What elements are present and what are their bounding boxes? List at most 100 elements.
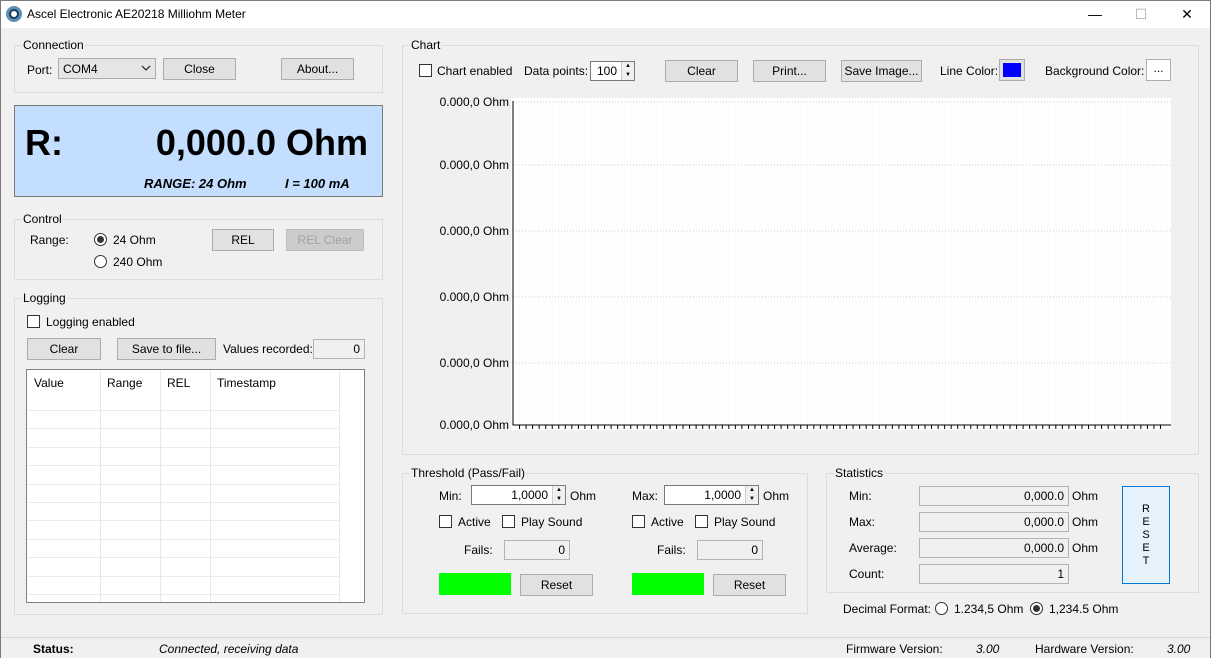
chart-group-title: Chart xyxy=(410,38,442,52)
spin-up-icon[interactable]: ▲ xyxy=(746,486,758,495)
table-row-divider xyxy=(27,557,340,559)
spin-down-icon[interactable]: ▼ xyxy=(622,71,634,80)
min-play-sound-checkbox[interactable] xyxy=(502,515,515,528)
logging-clear-button[interactable]: Clear xyxy=(27,338,101,360)
threshold-max-label: Max: xyxy=(632,489,659,503)
status-label: Status: xyxy=(33,642,74,656)
port-select[interactable]: COM4 xyxy=(58,58,156,79)
window-title: Ascel Electronic AE20218 Milliohm Meter xyxy=(27,7,246,21)
y-tick-label: 0.000,0 Ohm xyxy=(439,95,509,109)
line-color-swatch xyxy=(1003,63,1021,77)
column-divider xyxy=(210,370,211,602)
status-bar: Status: Connected, receiving data Firmwa… xyxy=(1,637,1210,658)
chart-clear-button[interactable]: Clear xyxy=(665,60,738,82)
close-port-button[interactable]: Close xyxy=(163,58,236,80)
statistics-reset-label: RESET xyxy=(1142,503,1150,567)
maximize-button[interactable]: ☐ xyxy=(1118,1,1164,28)
hardware-value: 3.00 xyxy=(1167,642,1191,656)
firmware-value: 3.00 xyxy=(976,642,1000,656)
stat-average-field: 0,000.0 xyxy=(919,538,1069,558)
table-row-divider xyxy=(27,446,340,448)
y-tick-label: 0.000,0 Ohm xyxy=(439,224,509,238)
close-window-button[interactable]: ✕ xyxy=(1164,1,1210,28)
threshold-min-spinner[interactable]: ▲ ▼ xyxy=(552,486,565,504)
max-reset-button[interactable]: Reset xyxy=(713,574,786,596)
values-recorded-label: Values recorded: xyxy=(223,342,313,356)
background-color-label: Background Color: xyxy=(1045,64,1145,78)
rel-button[interactable]: REL xyxy=(212,229,274,251)
spin-down-icon[interactable]: ▼ xyxy=(553,495,565,504)
threshold-max-spinner[interactable]: ▲ ▼ xyxy=(745,486,758,504)
range-label: Range: xyxy=(30,233,69,247)
min-reset-button[interactable]: Reset xyxy=(520,574,593,596)
data-points-input[interactable]: 100 ▲ ▼ xyxy=(590,61,635,81)
decimal-format-option-1-label: 1.234,5 Ohm xyxy=(954,602,1024,616)
current-readout: I = 100 mA xyxy=(285,176,350,191)
background-color-button[interactable]: ... xyxy=(1146,59,1171,81)
data-points-label: Data points: xyxy=(524,64,589,78)
threshold-max-value: 1,0000 xyxy=(704,488,741,502)
line-color-label: Line Color: xyxy=(940,64,999,78)
table-row-divider xyxy=(27,410,340,411)
chart-axes xyxy=(512,101,1171,426)
threshold-min-unit: Ohm xyxy=(570,489,597,503)
range-24-radio[interactable] xyxy=(94,233,107,246)
range-readout: RANGE: 24 Ohm xyxy=(144,176,247,191)
chart-plot-area[interactable] xyxy=(511,98,1171,430)
threshold-min-label: Min: xyxy=(439,489,462,503)
column-divider xyxy=(100,370,101,602)
min-active-checkbox[interactable] xyxy=(439,515,452,528)
decimal-format-option-1-radio[interactable] xyxy=(935,602,948,615)
min-play-sound-label: Play Sound xyxy=(521,515,583,529)
save-to-file-button[interactable]: Save to file... xyxy=(117,338,216,360)
decimal-format-option-2-radio[interactable] xyxy=(1030,602,1043,615)
threshold-min-input[interactable]: 1,0000 ▲ ▼ xyxy=(471,485,566,505)
min-active-label: Active xyxy=(458,515,491,529)
stat-min-label: Min: xyxy=(849,489,872,503)
status-text: Connected, receiving data xyxy=(159,642,299,656)
max-active-checkbox[interactable] xyxy=(632,515,645,528)
chart-enabled-checkbox[interactable] xyxy=(419,64,432,77)
range-240-radio[interactable] xyxy=(94,255,107,268)
min-status-indicator xyxy=(439,573,511,595)
table-row-divider xyxy=(27,483,340,485)
logging-group-title: Logging xyxy=(22,291,67,305)
stat-average-unit: Ohm xyxy=(1072,541,1099,555)
minimize-button[interactable]: — xyxy=(1072,1,1118,28)
column-header-range[interactable]: Range xyxy=(107,376,142,390)
log-table[interactable]: Value Range REL Timestamp xyxy=(26,369,365,603)
column-header-timestamp[interactable]: Timestamp xyxy=(217,376,276,390)
resistance-label: R: xyxy=(25,122,63,163)
chevron-down-icon xyxy=(141,65,151,71)
rel-clear-button[interactable]: REL Clear xyxy=(286,229,364,251)
spin-up-icon[interactable]: ▲ xyxy=(622,62,634,71)
column-header-value[interactable]: Value xyxy=(34,376,64,390)
range-24-label: 24 Ohm xyxy=(113,233,156,247)
column-divider xyxy=(339,370,340,602)
chart-enabled-label: Chart enabled xyxy=(437,64,513,78)
y-tick-label: 0.000,0 Ohm xyxy=(439,356,509,370)
title-bar: Ascel Electronic AE20218 Milliohm Meter … xyxy=(1,1,1210,28)
data-points-spinner[interactable]: ▲ ▼ xyxy=(621,62,634,80)
column-header-rel[interactable]: REL xyxy=(167,376,190,390)
spin-up-icon[interactable]: ▲ xyxy=(553,486,565,495)
decimal-format-option-2-label: 1,234.5 Ohm xyxy=(1049,602,1119,616)
line-color-button[interactable] xyxy=(999,59,1025,81)
table-row-divider xyxy=(27,538,340,540)
threshold-max-unit: Ohm xyxy=(763,489,790,503)
logging-enabled-checkbox[interactable] xyxy=(27,315,40,328)
max-active-label: Active xyxy=(651,515,684,529)
save-image-button[interactable]: Save Image... xyxy=(841,60,922,82)
statistics-reset-button[interactable]: RESET xyxy=(1122,486,1170,584)
about-button[interactable]: About... xyxy=(281,58,354,80)
spin-down-icon[interactable]: ▼ xyxy=(746,495,758,504)
measurement-display: R: 0,000.0 Ohm RANGE: 24 Ohm I = 100 mA xyxy=(14,105,383,197)
chart-print-button[interactable]: Print... xyxy=(753,60,826,82)
firmware-label: Firmware Version: xyxy=(846,642,943,656)
stat-max-label: Max: xyxy=(849,515,876,529)
range-240-label: 240 Ohm xyxy=(113,255,163,269)
main-window: Ascel Electronic AE20218 Milliohm Meter … xyxy=(0,0,1211,658)
threshold-max-input[interactable]: 1,0000 ▲ ▼ xyxy=(664,485,759,505)
max-play-sound-checkbox[interactable] xyxy=(695,515,708,528)
statistics-group-title: Statistics xyxy=(834,466,885,480)
